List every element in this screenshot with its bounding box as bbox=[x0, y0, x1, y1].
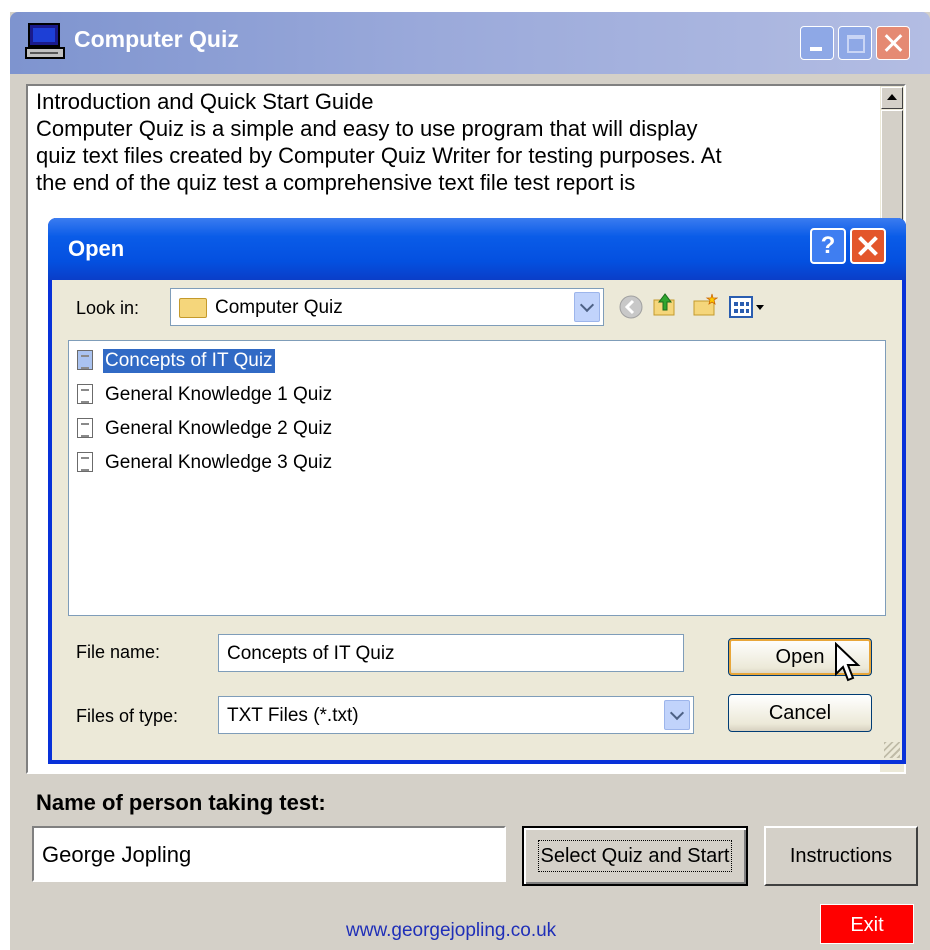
look-in-dropdown[interactable]: Computer Quiz bbox=[170, 288, 604, 326]
file-name-value: Concepts of IT Quiz bbox=[227, 643, 395, 664]
intro-text: Introduction and Quick Start Guide Compu… bbox=[36, 88, 876, 196]
dialog-title: Open bbox=[68, 236, 125, 261]
maximize-button[interactable] bbox=[838, 26, 872, 60]
resize-grip[interactable] bbox=[884, 742, 900, 758]
chevron-down-icon[interactable] bbox=[664, 700, 690, 730]
open-dialog: Open ? Look in: Computer Quiz Concepts o… bbox=[48, 218, 906, 764]
main-title-bar[interactable]: Computer Quiz bbox=[10, 12, 930, 74]
name-input[interactable]: George Jopling bbox=[32, 826, 506, 882]
file-name: General Knowledge 3 Quiz bbox=[105, 452, 333, 473]
text-file-icon bbox=[77, 418, 93, 438]
up-folder-icon[interactable] bbox=[652, 292, 678, 318]
file-type-value: TXT Files (*.txt) bbox=[227, 705, 359, 726]
name-label: Name of person taking test: bbox=[36, 790, 326, 815]
list-item[interactable]: Concepts of IT Quiz bbox=[77, 347, 577, 375]
look-in-label: Look in: bbox=[76, 298, 140, 318]
instructions-button[interactable]: Instructions bbox=[764, 826, 918, 886]
mouse-cursor-icon bbox=[835, 642, 861, 682]
file-list[interactable]: Concepts of IT Quiz General Knowledge 1 … bbox=[68, 340, 886, 616]
name-value: George Jopling bbox=[42, 842, 192, 867]
text-file-icon bbox=[77, 350, 93, 370]
views-menu-icon[interactable] bbox=[728, 294, 768, 320]
select-quiz-button[interactable]: Select Quiz and Start bbox=[522, 826, 748, 886]
chevron-down-icon[interactable] bbox=[574, 292, 600, 322]
intro-line: the end of the quiz test a comprehensive… bbox=[36, 170, 636, 195]
file-name: Concepts of IT Quiz bbox=[102, 348, 276, 374]
look-in-value: Computer Quiz bbox=[215, 297, 343, 318]
list-item[interactable]: General Knowledge 1 Quiz bbox=[77, 381, 577, 409]
file-name-label: File name: bbox=[76, 642, 161, 662]
scroll-up-button[interactable] bbox=[881, 87, 903, 109]
intro-line: Introduction and Quick Start Guide bbox=[36, 89, 374, 114]
file-type-dropdown[interactable]: TXT Files (*.txt) bbox=[218, 696, 694, 734]
computer-icon bbox=[25, 23, 65, 59]
back-icon[interactable] bbox=[618, 294, 644, 320]
file-name: General Knowledge 1 Quiz bbox=[105, 384, 333, 405]
text-file-icon bbox=[77, 384, 93, 404]
list-item[interactable]: General Knowledge 2 Quiz bbox=[77, 415, 577, 443]
file-name-input[interactable]: Concepts of IT Quiz bbox=[218, 634, 684, 672]
new-folder-icon[interactable] bbox=[692, 292, 718, 318]
text-file-icon bbox=[77, 452, 93, 472]
folder-icon bbox=[179, 298, 207, 318]
file-type-label: Files of type: bbox=[76, 706, 179, 726]
list-item[interactable]: General Knowledge 3 Quiz bbox=[77, 449, 577, 477]
select-quiz-label: Select Quiz and Start bbox=[537, 840, 733, 872]
dialog-close-button[interactable] bbox=[850, 228, 886, 264]
intro-line: Computer Quiz is a simple and easy to us… bbox=[36, 116, 698, 141]
help-button[interactable]: ? bbox=[810, 228, 846, 264]
close-button[interactable] bbox=[876, 26, 910, 60]
window-title: Computer Quiz bbox=[74, 26, 239, 52]
intro-line: quiz text files created by Computer Quiz… bbox=[36, 143, 722, 168]
file-name: General Knowledge 2 Quiz bbox=[105, 418, 333, 439]
dialog-title-bar[interactable]: Open ? bbox=[48, 218, 906, 280]
cancel-button[interactable]: Cancel bbox=[728, 694, 872, 732]
minimize-button[interactable] bbox=[800, 26, 834, 60]
exit-button[interactable]: Exit bbox=[820, 904, 914, 944]
website-link[interactable]: www.georgejopling.co.uk bbox=[346, 920, 556, 942]
